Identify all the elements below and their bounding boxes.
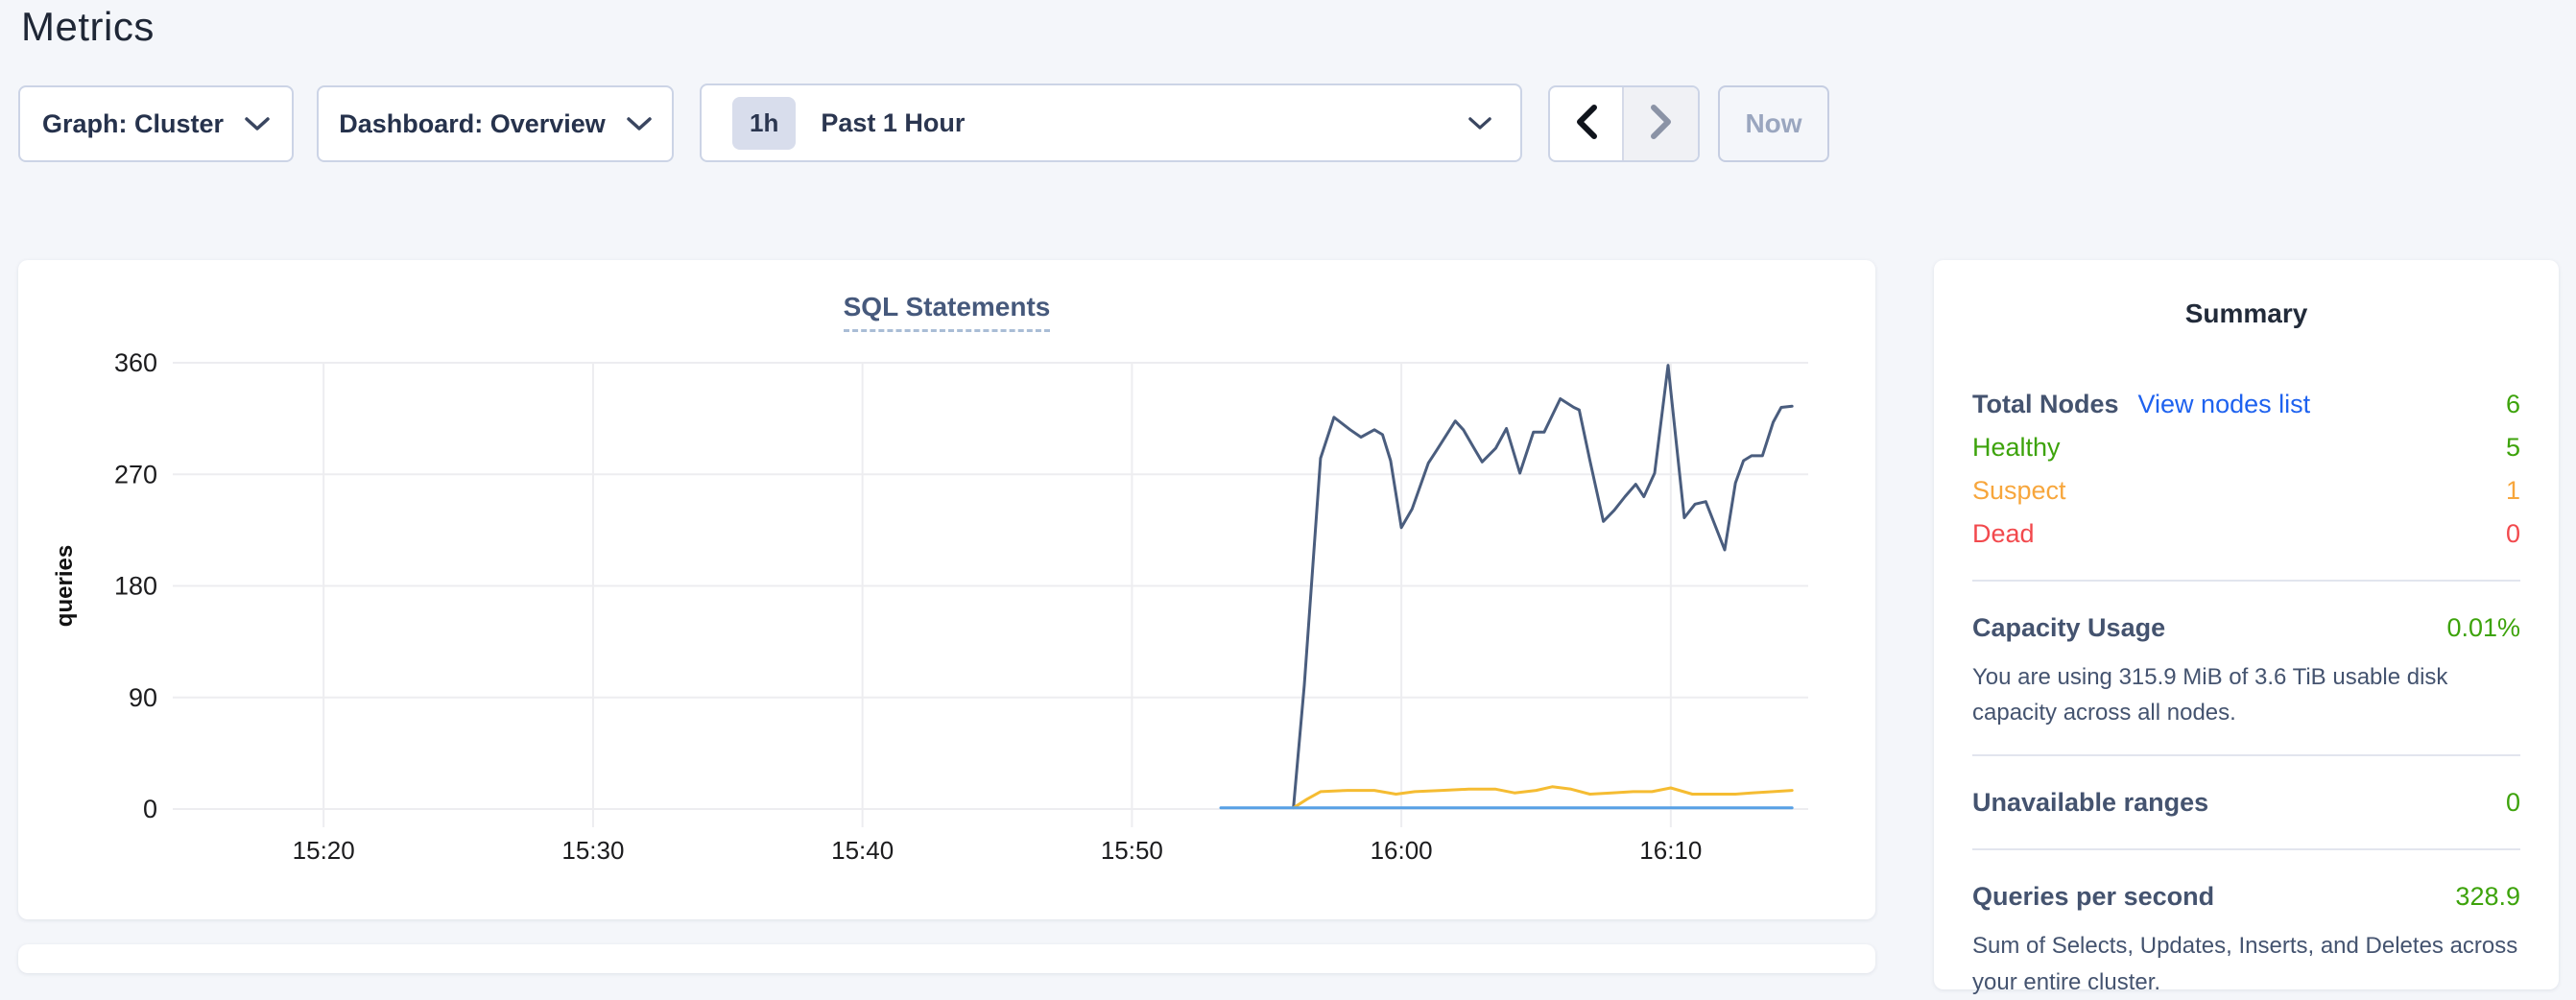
time-range-dropdown[interactable]: 1h Past 1 Hour [700, 83, 1522, 162]
suspect-label: Suspect [1972, 476, 2066, 506]
unavailable-ranges-label: Unavailable ranges [1972, 788, 2208, 818]
metrics-page: { "header": { "title": "Metrics" }, "too… [0, 0, 2576, 950]
capacity-usage-section: Capacity Usage 0.01% You are using 315.9… [1972, 607, 2520, 730]
capacity-usage-value: 0.01% [2446, 613, 2520, 643]
capacity-usage-label: Capacity Usage [1972, 613, 2165, 643]
svg-text:15:30: 15:30 [561, 836, 624, 865]
svg-text:queries: queries [52, 545, 78, 627]
svg-text:16:00: 16:00 [1371, 836, 1433, 865]
unavailable-ranges-section: Unavailable ranges 0 [1972, 781, 2520, 824]
queries-per-second-label: Queries per second [1972, 882, 2214, 912]
divider [1972, 580, 2520, 582]
queries-per-second-description: Sum of Selects, Updates, Inserts, and De… [1972, 928, 2520, 999]
suspect-nodes-row: Suspect 1 [1972, 469, 2520, 512]
total-nodes-value: 6 [2506, 390, 2520, 419]
time-range-label: Past 1 Hour [821, 108, 965, 138]
graph-dropdown-label: Graph: Cluster [42, 109, 224, 139]
svg-text:360: 360 [114, 348, 157, 377]
queries-per-second-row: Queries per second 328.9 [1972, 875, 2520, 918]
dead-label: Dead [1972, 519, 2035, 549]
chevron-left-icon [1576, 105, 1597, 144]
chevron-down-icon [245, 116, 270, 131]
node-status-list: Total Nodes View nodes list 6 Healthy 5 … [1972, 383, 2520, 556]
suspect-value: 1 [2506, 476, 2520, 506]
chevron-down-icon [1468, 116, 1491, 131]
svg-text:180: 180 [114, 572, 157, 601]
queries-per-second-value: 328.9 [2455, 882, 2520, 912]
sql-statements-chart: 0 90 180 270 360 15:20 15:30 15:40 15:50 16:00 16:… [18, 260, 1875, 919]
graph-dropdown[interactable]: Graph: Cluster [18, 85, 294, 162]
total-nodes-label: Total Nodes [1972, 390, 2119, 419]
time-range-badge: 1h [732, 97, 796, 150]
prev-time-button[interactable] [1550, 87, 1624, 160]
svg-text:270: 270 [114, 460, 157, 488]
healthy-nodes-row: Healthy 5 [1972, 426, 2520, 469]
summary-panel: Summary Total Nodes View nodes list 6 He… [1934, 260, 2559, 989]
divider [1972, 848, 2520, 850]
healthy-value: 5 [2506, 433, 2520, 463]
page-title: Metrics [21, 4, 155, 50]
capacity-usage-row: Capacity Usage 0.01% [1972, 607, 2520, 650]
total-nodes-row: Total Nodes View nodes list 6 [1972, 383, 2520, 426]
dashboard-dropdown[interactable]: Dashboard: Overview [317, 85, 674, 162]
svg-text:90: 90 [129, 683, 157, 712]
next-time-button[interactable] [1624, 87, 1698, 160]
svg-text:0: 0 [143, 795, 157, 823]
chevron-right-icon [1651, 105, 1672, 144]
chevron-down-icon [627, 116, 652, 131]
unavailable-ranges-value: 0 [2506, 788, 2520, 818]
unavailable-ranges-row: Unavailable ranges 0 [1972, 781, 2520, 824]
summary-title: Summary [1972, 298, 2520, 329]
dashboard-dropdown-label: Dashboard: Overview [339, 109, 606, 139]
queries-per-second-section: Queries per second 328.9 Sum of Selects,… [1972, 875, 2520, 999]
capacity-usage-description: You are using 315.9 MiB of 3.6 TiB usabl… [1972, 659, 2520, 730]
divider [1972, 754, 2520, 756]
svg-text:16:10: 16:10 [1639, 836, 1702, 865]
svg-text:15:50: 15:50 [1101, 836, 1163, 865]
svg-text:15:20: 15:20 [293, 836, 355, 865]
healthy-label: Healthy [1972, 433, 2061, 463]
now-button[interactable]: Now [1718, 85, 1829, 162]
view-nodes-list-link[interactable]: View nodes list [2138, 390, 2311, 419]
dead-value: 0 [2506, 519, 2520, 549]
time-pager [1548, 85, 1700, 162]
svg-text:15:40: 15:40 [831, 836, 894, 865]
next-chart-card-edge [18, 944, 1875, 973]
dead-nodes-row: Dead 0 [1972, 512, 2520, 556]
sql-statements-card: SQL Statements 09018027036015:2015:3015:… [18, 260, 1875, 919]
